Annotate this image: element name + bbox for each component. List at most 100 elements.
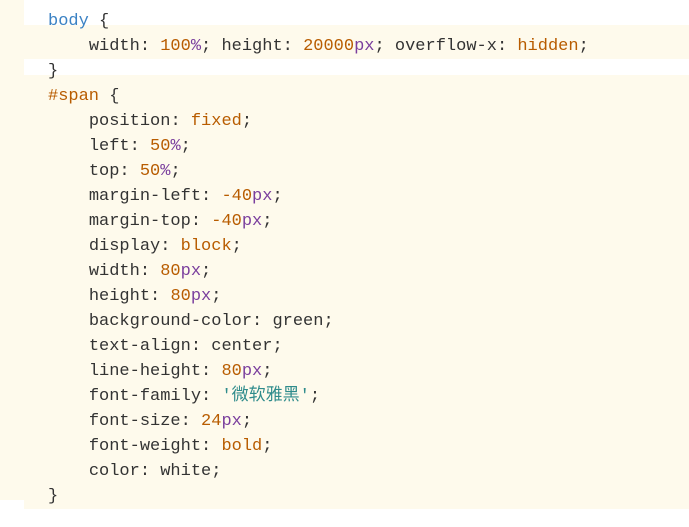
keyword-token: hidden <box>517 37 578 56</box>
colon-token: : <box>150 287 170 306</box>
indent <box>48 312 89 331</box>
colon-token: : <box>119 162 139 181</box>
semicolon-token: ; <box>375 37 385 56</box>
semicolon-token: ; <box>262 212 272 231</box>
property-token: width <box>89 37 140 56</box>
semicolon-token: ; <box>211 287 221 306</box>
unit-token: px <box>242 212 262 231</box>
gutter <box>0 75 24 100</box>
gutter <box>0 325 24 350</box>
unit-token: % <box>191 37 201 56</box>
gutter <box>0 0 24 25</box>
number-token: -40 <box>211 212 242 231</box>
unit-token: px <box>181 262 201 281</box>
code-content: left: 50%; <box>24 134 689 159</box>
indent <box>48 162 89 181</box>
unit-token: % <box>160 162 170 181</box>
unit-token: px <box>242 362 262 381</box>
property-token: margin-left <box>89 187 201 206</box>
code-content: } <box>24 484 689 509</box>
property-token: height <box>89 287 150 306</box>
semicolon-token: ; <box>201 37 211 56</box>
number-token: 50 <box>140 162 160 181</box>
semicolon-token: ; <box>272 337 282 356</box>
code-content: text-align: center; <box>24 334 689 359</box>
indent <box>48 237 89 256</box>
semicolon-token: ; <box>310 387 320 406</box>
gutter <box>0 375 24 400</box>
code-content: top: 50%; <box>24 159 689 184</box>
code-content: display: block; <box>24 234 689 259</box>
code-content: position: fixed; <box>24 109 689 134</box>
code-content: width: 100%; height: 20000px; overflow-x… <box>24 34 689 59</box>
property-token: top <box>89 162 120 181</box>
colon-token: : <box>140 262 160 281</box>
string-token: '微软雅黑' <box>221 387 309 406</box>
number-token: -40 <box>221 187 252 206</box>
indent <box>48 137 89 156</box>
keyword-token: block <box>181 237 232 256</box>
semicolon-token: ; <box>262 362 272 381</box>
indent <box>48 387 89 406</box>
keyword-token: bold <box>221 437 262 456</box>
colon-token: : <box>201 187 221 206</box>
colon-token: : <box>160 237 180 256</box>
indent <box>48 362 89 381</box>
gutter <box>0 225 24 250</box>
code-content: body { <box>24 9 689 34</box>
gutter <box>0 250 24 275</box>
gutter <box>0 50 24 75</box>
semicolon-token: ; <box>242 112 252 131</box>
gutter <box>0 400 24 425</box>
semicolon-token: ; <box>272 187 282 206</box>
code-content: margin-left: -40px; <box>24 184 689 209</box>
number-token: 80 <box>160 262 180 281</box>
property-token: font-family <box>89 387 201 406</box>
gutter <box>0 425 24 450</box>
semicolon-token: ; <box>242 412 252 431</box>
semicolon-token: ; <box>323 312 333 331</box>
code-content: } <box>24 59 689 84</box>
unit-token: px <box>221 412 241 431</box>
brace-open: { <box>89 12 109 31</box>
code-content: color: white; <box>24 459 689 484</box>
code-content: margin-top: -40px; <box>24 209 689 234</box>
code-content: font-family: '微软雅黑'; <box>24 384 689 409</box>
gutter <box>0 25 24 50</box>
colon-token: : <box>140 462 160 481</box>
code-content: width: 80px; <box>24 259 689 284</box>
colon-token: : <box>201 362 221 381</box>
property-token: background-color <box>89 312 252 331</box>
semicolon-token: ; <box>170 162 180 181</box>
code-content: #span { <box>24 84 689 109</box>
number-token: 24 <box>201 412 221 431</box>
indent <box>48 37 89 56</box>
gutter <box>0 450 24 475</box>
gutter <box>0 200 24 225</box>
property-token: font-weight <box>89 437 201 456</box>
property-token: line-height <box>89 362 201 381</box>
value-token: green <box>272 312 323 331</box>
selector-token: body <box>48 12 89 31</box>
unit-token: px <box>354 37 374 56</box>
property-token: position <box>89 112 171 131</box>
number-token: 100 <box>160 37 191 56</box>
indent <box>48 462 89 481</box>
gutter <box>0 125 24 150</box>
colon-token: : <box>191 337 211 356</box>
semicolon-token: ; <box>579 37 589 56</box>
colon-token: : <box>181 412 201 431</box>
semicolon-token: ; <box>211 462 221 481</box>
colon-token: : <box>201 437 221 456</box>
gutter <box>0 475 24 500</box>
colon-token: : <box>191 212 211 231</box>
code-line: body { <box>0 0 689 25</box>
indent <box>48 187 89 206</box>
code-block: body { width: 100%; height: 20000px; ove… <box>0 0 689 527</box>
value-token: center <box>211 337 272 356</box>
number-token: 50 <box>150 137 170 156</box>
property-token: width <box>89 262 140 281</box>
unit-token: px <box>252 187 272 206</box>
semicolon-token: ; <box>201 262 211 281</box>
selector-token: #span <box>48 87 99 106</box>
